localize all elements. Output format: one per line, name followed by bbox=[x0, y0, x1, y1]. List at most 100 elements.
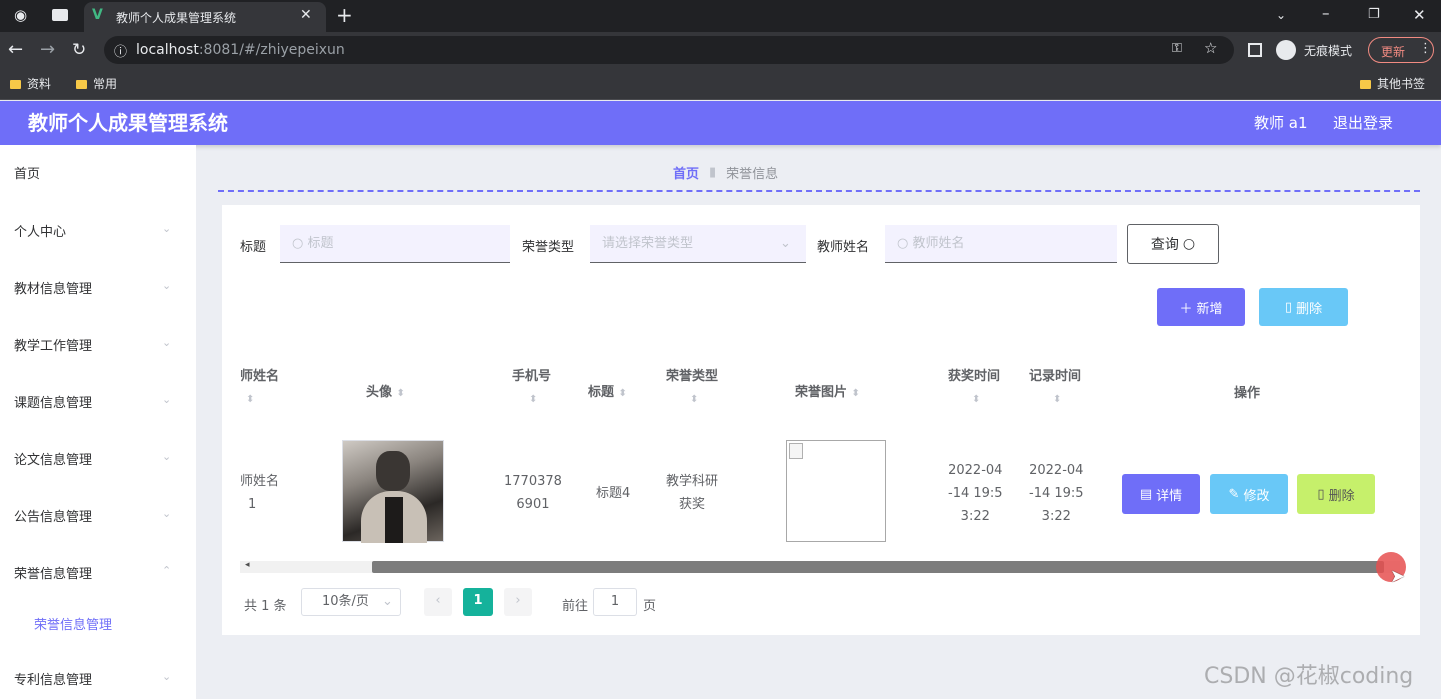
batch-delete-button[interactable]: ▯ 删除 bbox=[1259, 288, 1348, 326]
page-unit-label: 页 bbox=[643, 599, 657, 614]
chevron-down-icon: ⌄ bbox=[162, 279, 172, 292]
cell-award-time-line3: 3:22 bbox=[960, 509, 990, 524]
cell-record-time-line1: 2022-04 bbox=[1029, 463, 1084, 478]
update-button[interactable]: 更新 ⋮ bbox=[1368, 37, 1434, 63]
tab-list-icon[interactable]: ⌄ bbox=[1276, 0, 1286, 30]
chevron-down-icon: ⌄ bbox=[382, 594, 393, 609]
col-teacher-name[interactable]: 师姓名 bbox=[240, 365, 279, 384]
col-record-time[interactable]: 记录时间 bbox=[1029, 365, 1081, 384]
page-1-button[interactable]: 1 bbox=[463, 588, 493, 616]
add-button[interactable]: ＋新增 bbox=[1157, 288, 1245, 326]
col-phone[interactable]: 手机号 bbox=[512, 365, 551, 384]
col-avatar-label: 头像 bbox=[366, 385, 393, 400]
col-award-time[interactable]: 获奖时间 bbox=[948, 365, 1000, 384]
edit-button[interactable]: ✎ 修改 bbox=[1210, 474, 1288, 514]
sort-icon[interactable]: ⬍ bbox=[690, 394, 698, 405]
back-icon[interactable]: ← bbox=[8, 35, 23, 65]
cell-honor-type: 教学科研 获奖 bbox=[666, 470, 718, 516]
minimize-icon[interactable]: – bbox=[1322, 0, 1330, 28]
sort-icon[interactable]: ⬍ bbox=[246, 394, 254, 405]
edit-label: 修改 bbox=[1243, 488, 1270, 504]
breadcrumb-divider bbox=[218, 190, 1420, 192]
sort-icon[interactable]: ⬍ bbox=[972, 394, 980, 405]
plus-icon: ＋ bbox=[1179, 301, 1193, 317]
prev-page-button[interactable]: ‹ bbox=[424, 588, 452, 616]
forward-icon[interactable]: → bbox=[40, 35, 55, 65]
current-user: 教师 a1 bbox=[1254, 114, 1308, 132]
reload-icon[interactable]: ↻ bbox=[72, 35, 86, 65]
sidebar-item-home[interactable]: 首页 bbox=[14, 163, 40, 182]
sidebar-item-personal-center[interactable]: 个人中心 bbox=[14, 221, 66, 240]
sidebar-item-paper[interactable]: 论文信息管理 bbox=[14, 449, 92, 468]
bookmark-star-icon[interactable]: ☆ bbox=[1204, 39, 1217, 57]
teacher-name-label: 教师姓名 bbox=[817, 240, 870, 255]
sidebar-item-honor[interactable]: 荣誉信息管理 bbox=[14, 563, 92, 582]
cell-award-time: 2022-04 -14 19:5 3:22 bbox=[948, 459, 1003, 528]
mouse-cursor-icon: ➤ bbox=[1390, 566, 1406, 587]
incognito-icon bbox=[1276, 40, 1296, 60]
folder-icon bbox=[76, 79, 87, 89]
col-honor-type[interactable]: 荣誉类型 bbox=[666, 365, 718, 384]
sidebar-item-patent[interactable]: 专利信息管理 bbox=[14, 669, 92, 688]
sidebar-item-textbook[interactable]: 教材信息管理 bbox=[14, 278, 92, 297]
search-icon: ○ bbox=[1182, 236, 1196, 252]
sidebar-item-notice[interactable]: 公告信息管理 bbox=[14, 506, 92, 525]
scrollbar-thumb[interactable] bbox=[372, 561, 1384, 573]
col-avatar[interactable]: 头像 ⬍ bbox=[366, 381, 405, 400]
add-label: 新增 bbox=[1196, 301, 1223, 317]
restore-icon[interactable]: ❐ bbox=[1368, 0, 1380, 30]
cell-teacher-name: 师姓名 1 bbox=[240, 470, 279, 516]
bookmark-label: 常用 bbox=[93, 77, 118, 91]
sort-icon: ⬍ bbox=[396, 388, 405, 399]
col-title[interactable]: 标题 ⬍ bbox=[588, 381, 627, 400]
page-size-value: 10条/页 bbox=[322, 594, 369, 609]
close-window-icon[interactable]: ✕ bbox=[1413, 0, 1426, 30]
col-honor-image-label: 荣誉图片 bbox=[795, 385, 848, 400]
pagination-total: 共 1 条 bbox=[244, 599, 287, 614]
query-button[interactable]: 查询 ○ bbox=[1127, 224, 1219, 264]
bookmark-folder-changyong[interactable]: 常用 bbox=[76, 68, 117, 100]
close-tab-icon[interactable]: ✕ bbox=[300, 7, 312, 23]
csdn-watermark: CSDN @花椒coding bbox=[1204, 664, 1414, 689]
title-search-input[interactable]: ○ 标题 bbox=[280, 225, 510, 263]
browser-menu-icon[interactable]: ◉ bbox=[14, 0, 27, 30]
detail-button[interactable]: ▤ 详情 bbox=[1122, 474, 1200, 514]
page-size-select[interactable]: 10条/页 ⌄ bbox=[301, 588, 401, 616]
url-field[interactable]: ⓘ localhost:8081/#/zhiyepeixun ⚿ ☆ bbox=[104, 36, 1234, 64]
sort-icon[interactable]: ⬍ bbox=[1053, 394, 1061, 405]
tab-search-icon[interactable] bbox=[52, 9, 68, 21]
key-icon[interactable]: ⚿ bbox=[1172, 41, 1182, 56]
url-host: localhost bbox=[136, 42, 199, 58]
chevron-up-icon: ⌃ bbox=[162, 564, 172, 577]
browser-tab[interactable]: V 教师个人成果管理系统 ✕ bbox=[84, 2, 326, 32]
chevron-down-icon: ⌄ bbox=[162, 450, 172, 463]
breadcrumb-home[interactable]: 首页 bbox=[673, 163, 699, 182]
new-tab-icon[interactable]: + bbox=[336, 0, 353, 30]
row-delete-button[interactable]: ▯ 删除 bbox=[1297, 474, 1375, 514]
breadcrumb: 首页 ▮ 荣誉信息 bbox=[673, 163, 778, 182]
other-bookmarks[interactable]: 其他书签 bbox=[1360, 68, 1425, 100]
sidebar-item-project[interactable]: 课题信息管理 bbox=[14, 392, 92, 411]
teacher-name-input[interactable]: ○ 教师姓名 bbox=[885, 225, 1117, 263]
side-panel-icon[interactable] bbox=[1248, 43, 1262, 57]
next-page-button[interactable]: › bbox=[504, 588, 532, 616]
folder-icon bbox=[10, 79, 21, 89]
incognito-label: 无痕模式 bbox=[1304, 44, 1353, 58]
document-icon: ▤ bbox=[1139, 486, 1153, 502]
app-title: 教师个人成果管理系统 bbox=[28, 111, 228, 135]
scroll-left-arrow-icon[interactable]: ◂ bbox=[245, 560, 250, 570]
goto-page-input[interactable]: 1 bbox=[593, 588, 637, 616]
vue-logo-icon: V bbox=[92, 7, 103, 23]
avatar-shirt bbox=[385, 497, 403, 543]
honor-type-select[interactable]: 请选择荣誉类型 ⌄ bbox=[590, 225, 806, 263]
logout-link[interactable]: 退出登录 bbox=[1333, 101, 1393, 145]
avatar-head bbox=[376, 451, 410, 491]
sort-icon[interactable]: ⬍ bbox=[529, 394, 537, 405]
site-info-icon[interactable]: ⓘ bbox=[114, 41, 127, 60]
col-honor-image[interactable]: 荣誉图片 ⬍ bbox=[795, 381, 860, 400]
sidebar-item-teaching-work[interactable]: 教学工作管理 bbox=[14, 335, 92, 354]
bookmark-folder-ziliao[interactable]: 资料 bbox=[10, 68, 51, 100]
sidebar-subitem-honor-management[interactable]: 荣誉信息管理 bbox=[34, 614, 112, 633]
folder-icon bbox=[1360, 79, 1371, 89]
browser-tab-bar: ◉ V 教师个人成果管理系统 ✕ + ⌄ – ❐ ✕ bbox=[0, 0, 1441, 32]
